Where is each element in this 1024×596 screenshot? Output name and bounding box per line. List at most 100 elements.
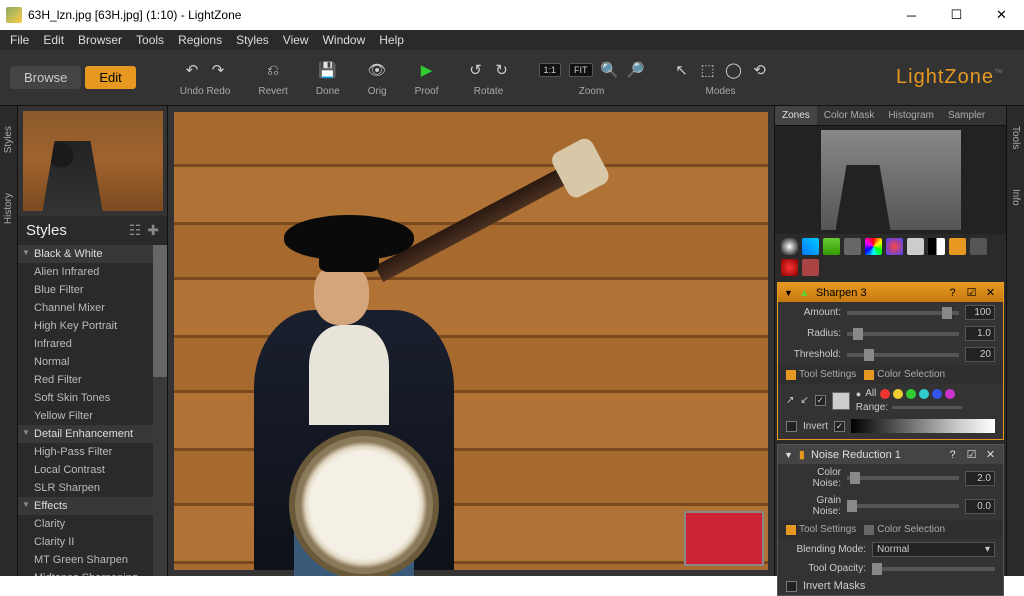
style-group[interactable]: Detail Enhancement	[18, 425, 167, 443]
style-item[interactable]: MT Green Sharpen	[18, 551, 167, 569]
navigator-minimap[interactable]	[684, 511, 764, 566]
revert-icon[interactable]: ⎌	[264, 61, 282, 79]
style-item[interactable]: Clarity	[18, 515, 167, 533]
style-item[interactable]: Clarity II	[18, 533, 167, 551]
luminosity-gradient[interactable]	[851, 419, 995, 433]
maximize-button[interactable]: ☐	[934, 0, 979, 30]
menu-window[interactable]: Window	[317, 31, 372, 49]
proof-icon[interactable]: ▶	[418, 61, 436, 79]
delete-icon[interactable]: ✕	[984, 448, 997, 461]
tab-styles[interactable]: Styles	[3, 126, 14, 153]
zoom-out-icon[interactable]: 🔎	[627, 61, 645, 79]
image-canvas[interactable]	[168, 106, 774, 576]
style-item[interactable]: SLR Sharpen	[18, 479, 167, 497]
opacity-slider[interactable]	[872, 567, 995, 571]
color-selection-tab[interactable]: Color Selection	[864, 524, 945, 535]
zoom-fit-button[interactable]: FIT	[569, 63, 593, 77]
menu-edit[interactable]: Edit	[37, 31, 70, 49]
style-item[interactable]: Blue Filter	[18, 281, 167, 299]
hue-green-icon[interactable]	[906, 389, 916, 399]
style-item[interactable]: Infrared	[18, 335, 167, 353]
menu-browser[interactable]: Browser	[72, 31, 128, 49]
hue-magenta-icon[interactable]	[945, 389, 955, 399]
style-item[interactable]: High-Pass Filter	[18, 443, 167, 461]
done-icon[interactable]: 💾	[319, 61, 337, 79]
menu-regions[interactable]: Regions	[172, 31, 228, 49]
enable-checkbox[interactable]: ☑	[965, 286, 978, 299]
tool-huesat-icon[interactable]	[865, 238, 882, 255]
tool-relight-icon[interactable]	[802, 238, 819, 255]
redo-icon[interactable]: ↷	[209, 61, 227, 79]
rotate-left-icon[interactable]: ↺	[467, 61, 485, 79]
rotate-mode-icon[interactable]: ⟲	[751, 61, 769, 79]
hue-blue-icon[interactable]	[932, 389, 942, 399]
radius-slider[interactable]	[847, 332, 959, 336]
menu-styles[interactable]: Styles	[230, 31, 275, 49]
menu-help[interactable]: Help	[373, 31, 410, 49]
style-item[interactable]: Yellow Filter	[18, 407, 167, 425]
styles-add-icon[interactable]: ✚	[147, 222, 159, 239]
help-icon[interactable]: ?	[946, 448, 959, 461]
style-item[interactable]: Alien Infrared	[18, 263, 167, 281]
blendmode-select[interactable]: Normal▾	[872, 542, 995, 557]
threshold-slider[interactable]	[847, 353, 959, 357]
grainnoise-slider[interactable]	[847, 504, 959, 508]
style-group[interactable]: Effects	[18, 497, 167, 515]
minimize-button[interactable]: ─	[889, 0, 934, 30]
tool-colorbalance-icon[interactable]	[886, 238, 903, 255]
style-item[interactable]: Local Contrast	[18, 461, 167, 479]
tab-histogram[interactable]: Histogram	[881, 106, 941, 125]
undo-icon[interactable]: ↶	[183, 61, 201, 79]
tool-settings-tab[interactable]: Tool Settings	[786, 524, 856, 535]
close-button[interactable]: ✕	[979, 0, 1024, 30]
styles-scrollbar[interactable]	[153, 245, 167, 576]
tab-colormask[interactable]: Color Mask	[817, 106, 882, 125]
style-item[interactable]: Midtones Sharpening	[18, 569, 167, 576]
hue-red-icon[interactable]	[880, 389, 890, 399]
style-item[interactable]: Channel Mixer	[18, 299, 167, 317]
tool-bw-icon[interactable]	[928, 238, 945, 255]
sharpen-header[interactable]: ▼ ▲ Sharpen 3 ? ☑ ✕	[778, 283, 1003, 302]
enable-checkbox[interactable]: ☑	[965, 448, 978, 461]
zoom-in-icon[interactable]: 🔍	[601, 61, 619, 79]
tool-noise-icon[interactable]	[949, 238, 966, 255]
colornoise-value[interactable]: 2.0	[965, 471, 995, 486]
help-icon[interactable]: ?	[946, 286, 959, 299]
style-group[interactable]: Black & White	[18, 245, 167, 263]
color-enable-check[interactable]: ✓	[815, 395, 826, 406]
amount-value[interactable]: 100	[965, 305, 995, 320]
tool-sharpen-icon[interactable]	[823, 238, 840, 255]
edit-mode-button[interactable]: Edit	[85, 66, 135, 89]
tab-zones[interactable]: Zones	[775, 106, 817, 125]
threshold-value[interactable]: 20	[965, 347, 995, 362]
tab-info[interactable]: Info	[1010, 189, 1021, 206]
eyedropper-remove-icon[interactable]: ↙	[800, 395, 808, 406]
region-mode-icon[interactable]: ◯	[725, 61, 743, 79]
invertmasks-check[interactable]	[786, 581, 797, 592]
menu-tools[interactable]: Tools	[130, 31, 170, 49]
tool-blur-icon[interactable]	[844, 238, 861, 255]
menu-file[interactable]: File	[4, 31, 35, 49]
tab-history[interactable]: History	[3, 193, 14, 224]
color-swatch[interactable]	[832, 392, 850, 410]
style-item[interactable]: High Key Portrait	[18, 317, 167, 335]
thumbnail-preview[interactable]	[18, 106, 167, 216]
tool-redeye-icon[interactable]	[781, 259, 798, 276]
eyedropper-add-icon[interactable]: ↗	[786, 395, 794, 406]
zoom-11-button[interactable]: 1:1	[539, 63, 562, 77]
style-item[interactable]: Soft Skin Tones	[18, 389, 167, 407]
crop-mode-icon[interactable]: ⬚	[699, 61, 717, 79]
collapse-icon[interactable]: ▼	[784, 288, 793, 298]
style-item[interactable]: Normal	[18, 353, 167, 371]
styles-list[interactable]: Black & White Alien Infrared Blue Filter…	[18, 245, 167, 576]
tool-settings-tab[interactable]: Tool Settings	[786, 369, 856, 380]
invert-lum-check[interactable]	[786, 421, 797, 432]
rotate-right-icon[interactable]: ↻	[493, 61, 511, 79]
radius-value[interactable]: 1.0	[965, 326, 995, 341]
tool-zonemapper-icon[interactable]	[781, 238, 798, 255]
collapse-icon[interactable]: ▼	[784, 450, 793, 460]
tool-wb-icon[interactable]	[907, 238, 924, 255]
colornoise-slider[interactable]	[847, 476, 959, 480]
color-selection-tab[interactable]: Color Selection	[864, 369, 945, 380]
pointer-mode-icon[interactable]: ↖	[673, 61, 691, 79]
